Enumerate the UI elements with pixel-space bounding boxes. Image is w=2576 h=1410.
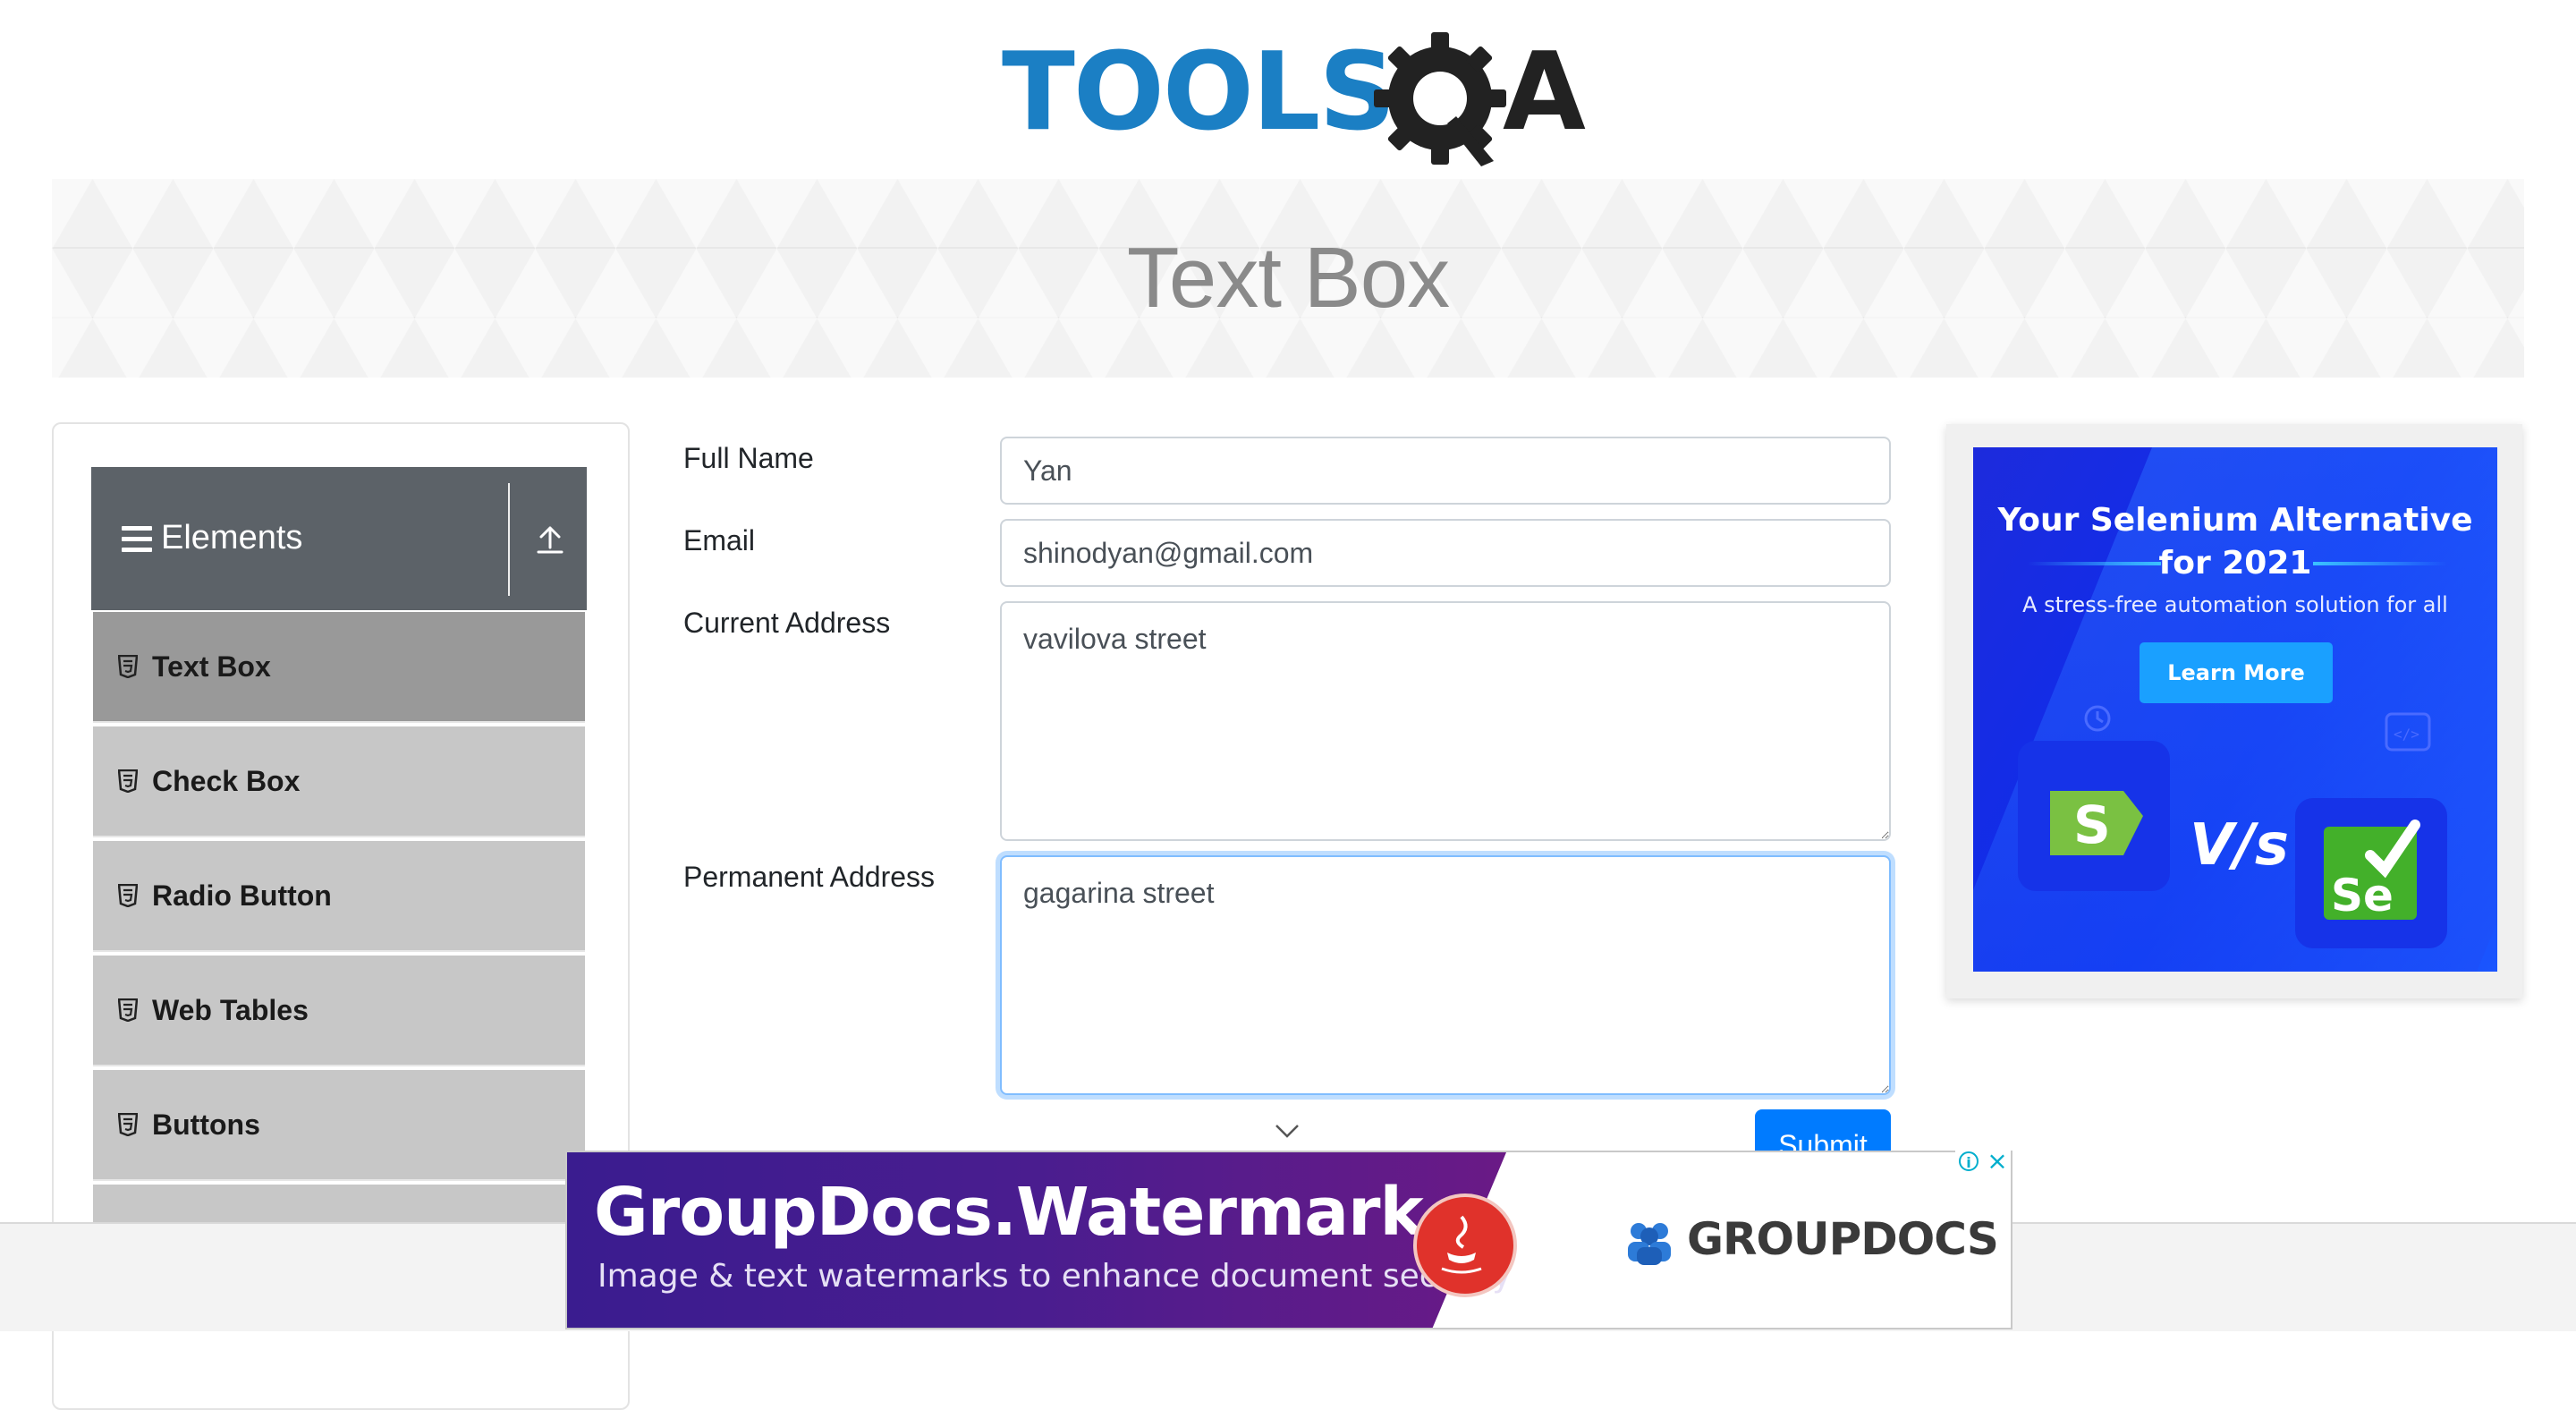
ad-right-logo-tile: Se (2295, 798, 2447, 948)
s-logo-icon: S (2050, 791, 2143, 855)
s-letter: S (2073, 794, 2111, 855)
groupdocs-ad[interactable]: GroupDocs.Watermark Image & text waterma… (565, 1151, 2012, 1329)
permanent-address-textarea[interactable]: gagarina street (1000, 855, 1891, 1095)
html5-icon (118, 884, 138, 907)
current-address-textarea[interactable]: vavilova street (1000, 601, 1891, 841)
html5-icon (118, 998, 138, 1022)
sidebar-group-elements[interactable]: Elements (91, 467, 587, 610)
email-label: Email (683, 524, 756, 556)
sidebar-item-text-box[interactable]: Text Box (93, 612, 585, 723)
sidebar-item-check-box[interactable]: Check Box (93, 726, 585, 837)
clock-icon (2084, 705, 2111, 732)
html5-icon (118, 655, 138, 678)
current-address-label: Current Address (683, 607, 891, 639)
ad-underline-left (2027, 562, 2161, 565)
ad-choices[interactable]: i × (1955, 1149, 2011, 1176)
ad-vs-text: V/s (2190, 812, 2289, 879)
toolsqa-logo[interactable]: TOOLS A (1002, 27, 1586, 166)
logo-text-a: A (1503, 30, 1586, 155)
selenium-logo-icon: Se (2324, 820, 2420, 922)
ad-subtitle: Image & text watermarks to enhance docum… (597, 1258, 1512, 1295)
html5-icon (118, 769, 138, 793)
sidebar-item-radio-button[interactable]: Radio Button (93, 841, 585, 952)
logo-text-tools: TOOLS (1002, 30, 1396, 155)
page-banner: Text Box (52, 179, 2524, 378)
ad-subtext: A stress-free automation solution for al… (2022, 592, 2448, 617)
full-name-input[interactable] (1000, 437, 1891, 505)
info-icon[interactable]: i (1959, 1151, 1979, 1171)
hamburger-icon (122, 526, 152, 553)
sidebar-item-label: Text Box (152, 650, 271, 683)
ad-title: GroupDocs.Watermark (594, 1174, 1424, 1251)
full-name-label: Full Name (683, 442, 814, 474)
ad-headline-line1: Your Selenium Alternative (1997, 502, 2473, 539)
collapse-upload-icon[interactable] (535, 524, 565, 555)
learn-more-button[interactable]: Learn More (2140, 642, 2333, 703)
sidebar-item-label: Check Box (152, 765, 301, 797)
ad-left-logo-tile: S (2018, 741, 2170, 891)
header-divider (508, 483, 510, 596)
svg-text:</>: </> (2394, 726, 2419, 743)
page-title: Text Box (1126, 230, 1450, 326)
selenium-alternative-ad[interactable]: Your Selenium Alternative for 2021 A str… (1973, 447, 2497, 972)
sidebar-item-buttons[interactable]: Buttons (93, 1070, 585, 1181)
groupdocs-brand: GROUPDOCS (1687, 1213, 1999, 1265)
sidebar-group-title: Elements (161, 519, 303, 556)
chevron-down-icon[interactable] (1274, 1122, 1301, 1140)
ad-underline-right (2313, 562, 2447, 565)
sidebar-item-label: Web Tables (152, 994, 309, 1026)
html5-icon (118, 1113, 138, 1136)
sidebar-item-web-tables[interactable]: Web Tables (93, 956, 585, 1066)
groupdocs-people-icon (1628, 1223, 1671, 1265)
code-icon: </> (2385, 712, 2431, 752)
close-icon[interactable]: × (1986, 1149, 2009, 1174)
gear-q-icon (1374, 32, 1506, 166)
email-input[interactable] (1000, 519, 1891, 587)
sidebar-item-label: Buttons (152, 1108, 260, 1141)
se-letters: Se (2331, 870, 2394, 922)
java-icon (1413, 1193, 1517, 1297)
permanent-address-label: Permanent Address (683, 861, 936, 893)
sidebar-item-label: Radio Button (152, 879, 332, 912)
